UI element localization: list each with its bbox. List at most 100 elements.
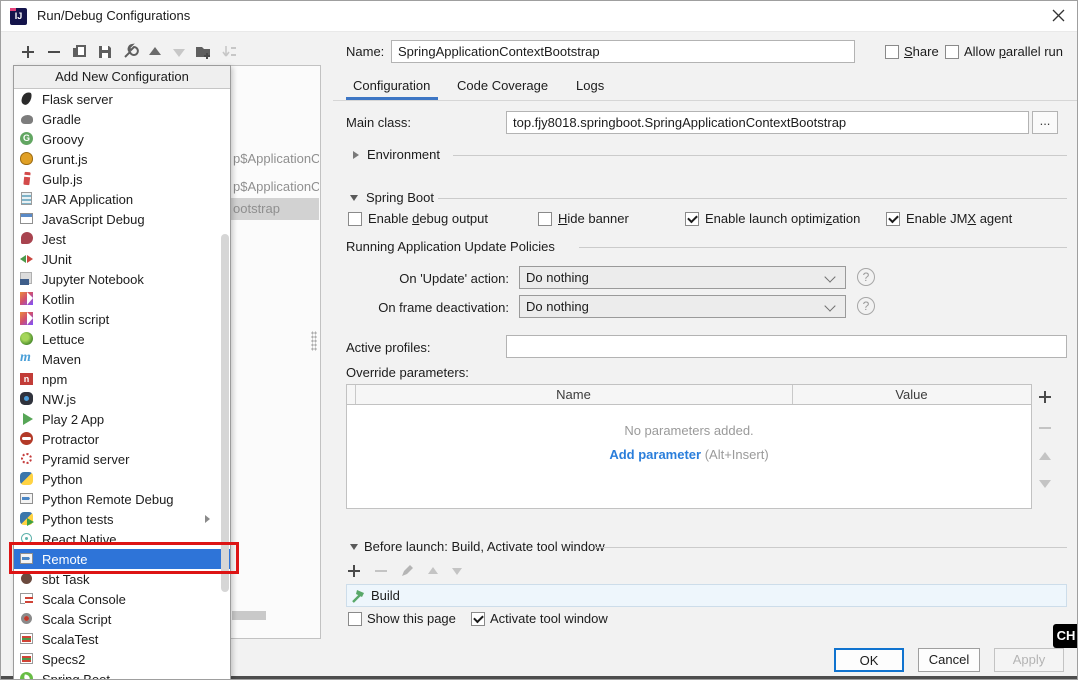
table-add-icon[interactable] — [1037, 389, 1053, 405]
config-item-python-remote-debug[interactable]: Python Remote Debug — [14, 489, 230, 509]
config-item-gradle[interactable]: Gradle — [14, 109, 230, 129]
config-item-python-tests[interactable]: Python tests — [14, 509, 230, 529]
share-label: Share — [904, 44, 939, 59]
tab-code-coverage[interactable]: Code Coverage — [457, 78, 548, 93]
intellij-logo-icon: IJ — [10, 8, 27, 25]
environment-section-label[interactable]: Environment — [367, 147, 440, 162]
edit-templates-icon[interactable] — [121, 43, 139, 61]
add-icon[interactable] — [19, 43, 37, 61]
ime-indicator-badge: CH — [1053, 624, 1078, 648]
scalaconsole-icon — [19, 591, 35, 607]
tab-configuration[interactable]: Configuration — [353, 78, 430, 93]
config-item-pyramid-server[interactable]: Pyramid server — [14, 449, 230, 469]
config-item-python[interactable]: Python — [14, 469, 230, 489]
remove-icon[interactable] — [45, 43, 63, 61]
kotlin-icon — [19, 291, 35, 307]
activate-tool-window-checkbox[interactable] — [471, 612, 485, 626]
horizontal-scrollbar[interactable] — [232, 611, 266, 620]
config-item-jupyter-notebook[interactable]: Jupyter Notebook — [14, 269, 230, 289]
table-remove-icon[interactable] — [1037, 420, 1053, 436]
sort-configurations-icon[interactable] — [220, 43, 238, 61]
show-this-page-checkbox[interactable] — [348, 612, 362, 626]
before-launch-collapse-icon[interactable] — [350, 544, 358, 550]
move-up-icon[interactable] — [146, 43, 164, 61]
before-launch-edit-icon[interactable] — [400, 564, 414, 578]
config-item-label: Jest — [42, 232, 66, 247]
before-launch-move-down-icon[interactable] — [450, 564, 464, 578]
name-input[interactable] — [391, 40, 855, 63]
config-item-protractor[interactable]: Protractor — [14, 429, 230, 449]
ok-button[interactable]: OK — [834, 648, 904, 672]
config-item-npm[interactable]: npm — [14, 369, 230, 389]
main-class-input[interactable] — [506, 111, 1029, 134]
config-item-flask-server[interactable]: Flask server — [14, 89, 230, 109]
copy-configuration-icon[interactable] — [71, 43, 89, 61]
config-item-play-2-app[interactable]: Play 2 App — [14, 409, 230, 429]
allow-parallel-run-label: Allow parallel run — [964, 44, 1063, 59]
scalatest-icon — [19, 631, 35, 647]
config-item-jest[interactable]: Jest — [14, 229, 230, 249]
active-profiles-input[interactable] — [506, 335, 1067, 358]
move-down-icon[interactable] — [170, 43, 188, 61]
help-icon[interactable] — [857, 268, 875, 286]
on-update-action-select[interactable]: Do nothing — [519, 266, 846, 289]
before-launch-add-icon[interactable] — [347, 564, 361, 578]
allow-parallel-run-checkbox[interactable] — [945, 45, 959, 59]
config-item-gulp-js[interactable]: Gulp.js — [14, 169, 230, 189]
config-item-label: Flask server — [42, 92, 113, 107]
add-parameter-link[interactable]: Add parameter — [609, 447, 701, 462]
create-new-folder-icon[interactable] — [194, 43, 212, 61]
config-item-lettuce[interactable]: Lettuce — [14, 329, 230, 349]
config-item-label: Scala Console — [42, 592, 126, 607]
config-item-scalatest[interactable]: ScalaTest — [14, 629, 230, 649]
on-frame-deactivation-select[interactable]: Do nothing — [519, 295, 846, 318]
hammer-icon — [351, 588, 367, 604]
config-item-scala-console[interactable]: Scala Console — [14, 589, 230, 609]
config-item-jar-application[interactable]: JAR Application — [14, 189, 230, 209]
spring-boot-collapse-icon[interactable] — [350, 195, 358, 201]
title-bar: IJ Run/Debug Configurations — [1, 1, 1077, 32]
nwjs-icon — [19, 391, 35, 407]
environment-expand-icon[interactable] — [353, 151, 359, 159]
add-new-configuration-popup: Add New Configuration Flask serverGradle… — [13, 65, 231, 680]
config-item-kotlin-script[interactable]: Kotlin script — [14, 309, 230, 329]
enable-debug-output-checkbox[interactable] — [348, 212, 362, 226]
before-launch-move-up-icon[interactable] — [426, 564, 440, 578]
before-launch-build-item[interactable]: Build — [346, 584, 1067, 607]
config-item-label: Python — [42, 472, 82, 487]
config-item-nw-js[interactable]: NW.js — [14, 389, 230, 409]
config-item-label: Kotlin script — [42, 312, 109, 327]
divider — [579, 247, 1067, 248]
share-checkbox[interactable] — [885, 45, 899, 59]
config-item-scala-script[interactable]: Scala Script — [14, 609, 230, 629]
close-icon[interactable] — [1041, 1, 1077, 31]
hide-banner-checkbox[interactable] — [538, 212, 552, 226]
config-item-maven[interactable]: Maven — [14, 349, 230, 369]
spring-boot-section-label[interactable]: Spring Boot — [366, 190, 434, 205]
config-item-groovy[interactable]: Groovy — [14, 129, 230, 149]
before-launch-section-label[interactable]: Before launch: Build, Activate tool wind… — [364, 539, 605, 554]
before-launch-remove-icon[interactable] — [374, 564, 388, 578]
config-item-grunt-js[interactable]: Grunt.js — [14, 149, 230, 169]
config-item-javascript-debug[interactable]: JavaScript Debug — [14, 209, 230, 229]
enable-jmx-agent-checkbox[interactable] — [886, 212, 900, 226]
config-item-label: Python tests — [42, 512, 114, 527]
splitter-grip[interactable] — [311, 331, 317, 351]
annotation-red-box — [9, 542, 239, 574]
config-item-specs2[interactable]: Specs2 — [14, 649, 230, 669]
tab-logs[interactable]: Logs — [576, 78, 604, 93]
cancel-button[interactable]: Cancel — [918, 648, 980, 672]
maven-icon — [19, 351, 35, 367]
save-configuration-icon[interactable] — [96, 43, 114, 61]
vertical-scrollbar[interactable] — [221, 234, 229, 592]
config-item-kotlin[interactable]: Kotlin — [14, 289, 230, 309]
apply-button[interactable]: Apply — [994, 648, 1064, 672]
help-icon[interactable] — [857, 297, 875, 315]
on-frame-deactivation-label: On frame deactivation: — [371, 300, 509, 315]
config-item-spring-boot[interactable]: Spring Boot — [14, 669, 230, 680]
enable-launch-optimization-checkbox[interactable] — [685, 212, 699, 226]
config-item-junit[interactable]: JUnit — [14, 249, 230, 269]
table-move-up-icon[interactable] — [1037, 449, 1053, 465]
browse-button[interactable]: ... — [1032, 111, 1058, 134]
table-move-down-icon[interactable] — [1037, 475, 1053, 491]
